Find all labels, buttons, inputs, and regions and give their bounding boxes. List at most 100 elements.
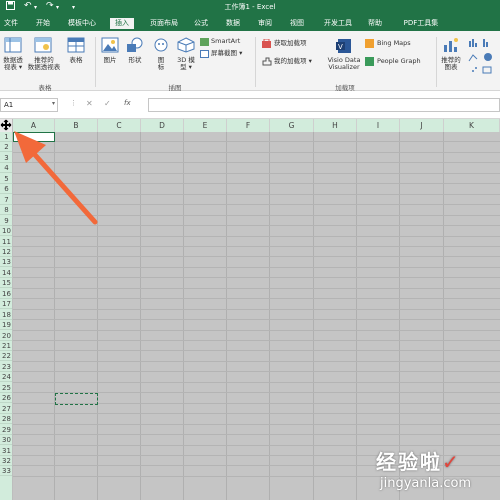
row-header-11[interactable]: 11: [0, 237, 12, 247]
grid-row-line: [13, 298, 500, 300]
row-header-15[interactable]: 15: [0, 278, 12, 289]
visio-button[interactable]: Visio Data Visualizer: [324, 57, 364, 71]
row-header-12[interactable]: 12: [0, 247, 12, 257]
pivot-table-button[interactable]: 数据透 视表 ▾: [0, 57, 26, 71]
table-icon: [67, 37, 85, 53]
3d-models-icon: [177, 37, 195, 53]
icons-icon: [154, 38, 168, 52]
formula-more-icon: ⋮: [70, 99, 77, 107]
tab-insert[interactable]: 插入: [110, 18, 134, 31]
recommended-pivot-button[interactable]: 推荐的 数据透视表: [26, 57, 62, 71]
recommended-pivot-label-2: 数据透视表: [27, 63, 61, 71]
grid-row-line: [13, 235, 500, 237]
formula-input[interactable]: [148, 98, 500, 112]
grid-row-line: [13, 360, 500, 362]
smartart-button[interactable]: SmartArt: [211, 38, 247, 45]
row-header-33[interactable]: 33: [0, 466, 12, 477]
grid-row-line: [13, 340, 500, 341]
chart-types-icon[interactable]: [468, 37, 498, 77]
tab-review[interactable]: 审阅: [254, 18, 276, 31]
3d-models-label-2: 型 ▾: [180, 63, 192, 71]
column-header-k[interactable]: K: [444, 119, 500, 132]
cancel-icon[interactable]: ✕: [86, 99, 93, 108]
row-header-31[interactable]: 31: [0, 446, 12, 456]
visio-label-2: Visualizer: [328, 63, 360, 71]
my-addins-button[interactable]: 我的加载项 ▾: [274, 58, 324, 65]
row-header-19[interactable]: 19: [0, 320, 12, 331]
store-icon: [262, 39, 271, 48]
row-header-28[interactable]: 28: [0, 414, 12, 425]
column-header-h[interactable]: H: [314, 119, 357, 132]
watermark-check-icon: ✓: [442, 450, 461, 474]
bing-maps-button[interactable]: Bing Maps: [377, 40, 427, 47]
grid-row-line: [13, 329, 500, 331]
tab-formulas[interactable]: 公式: [190, 18, 212, 31]
row-header-21[interactable]: 21: [0, 341, 12, 351]
my-addins-icon: [262, 57, 272, 66]
pivot-table-icon: [4, 37, 22, 53]
screenshot-button[interactable]: 屏幕截图 ▾: [211, 50, 251, 57]
row-header-26[interactable]: 26: [0, 393, 12, 404]
shapes-button[interactable]: 形状: [123, 57, 147, 64]
icons-button[interactable]: 图 标: [150, 57, 172, 71]
row-header-17[interactable]: 17: [0, 299, 12, 310]
enter-icon[interactable]: ✓: [104, 99, 111, 108]
people-graph-icon: [365, 57, 374, 66]
bing-maps-icon: [365, 39, 374, 48]
grid-row-line: [13, 413, 500, 415]
row-header-25[interactable]: 25: [0, 383, 12, 393]
grid-row-line: [13, 371, 500, 373]
column-header-d[interactable]: D: [141, 119, 184, 132]
column-header-e[interactable]: E: [184, 119, 227, 132]
insert-function-icon[interactable]: fx: [124, 99, 131, 107]
row-header-24[interactable]: 24: [0, 372, 12, 383]
tab-pdf-tools[interactable]: PDF工具集: [398, 18, 444, 31]
window-title: 工作簿1 - Excel: [224, 3, 276, 11]
watermark-cn: 经验啦: [376, 450, 442, 474]
tab-home[interactable]: 开始: [32, 18, 54, 31]
tab-template-center[interactable]: 模板中心: [62, 18, 102, 31]
get-addins-button[interactable]: 获取加载项: [274, 40, 320, 47]
row-header-16[interactable]: 16: [0, 289, 12, 299]
grid-row-line: [13, 245, 500, 247]
row-header-14[interactable]: 14: [0, 268, 12, 278]
tab-view[interactable]: 视图: [286, 18, 308, 31]
grid-row-line: [13, 423, 500, 425]
name-box[interactable]: A1: [0, 98, 58, 112]
row-header-18[interactable]: 18: [0, 310, 12, 320]
table-button[interactable]: 表格: [64, 57, 88, 64]
tab-data[interactable]: 数据: [222, 18, 244, 31]
column-header-c[interactable]: C: [98, 119, 141, 132]
name-box-dropdown-icon[interactable]: ▾: [52, 100, 55, 107]
people-graph-button[interactable]: People Graph: [377, 58, 433, 65]
row-header-20[interactable]: 20: [0, 331, 12, 341]
grid-row-line: [13, 381, 500, 383]
tab-developer[interactable]: 开发工具: [318, 18, 358, 31]
grid-row-line: [13, 350, 500, 352]
row-header-32[interactable]: 32: [0, 456, 12, 466]
tab-page-layout[interactable]: 页面布局: [144, 18, 184, 31]
row-header-22[interactable]: 22: [0, 351, 12, 362]
copy-selection-marquee: [55, 393, 98, 405]
grid-row-line: [13, 287, 500, 289]
pictures-button[interactable]: 图片: [98, 57, 122, 64]
row-header-13[interactable]: 13: [0, 257, 12, 268]
tab-file[interactable]: 文件: [2, 18, 20, 31]
column-header-j[interactable]: J: [400, 119, 444, 132]
row-header-30[interactable]: 30: [0, 435, 12, 446]
column-header-g[interactable]: G: [270, 119, 314, 132]
tab-help[interactable]: 帮助: [364, 18, 386, 31]
grid-row-line: [13, 277, 500, 279]
grid-row-line: [13, 266, 500, 268]
column-header-i[interactable]: I: [357, 119, 400, 132]
ribbon-insert: 数据透 视表 ▾ 推荐的 数据透视表 表格 表格 图片 形状 图 标 3D 模 …: [0, 31, 500, 92]
column-header-f[interactable]: F: [227, 119, 270, 132]
row-header-29[interactable]: 29: [0, 425, 12, 435]
recommended-charts-button[interactable]: 推荐的 图表: [438, 57, 464, 71]
3d-models-button[interactable]: 3D 模 型 ▾: [174, 57, 198, 71]
row-header-27[interactable]: 27: [0, 404, 12, 414]
grid-row-line: [13, 256, 500, 258]
svg-text:V: V: [338, 43, 343, 51]
row-header-23[interactable]: 23: [0, 362, 12, 372]
grid-row-line: [13, 308, 500, 310]
